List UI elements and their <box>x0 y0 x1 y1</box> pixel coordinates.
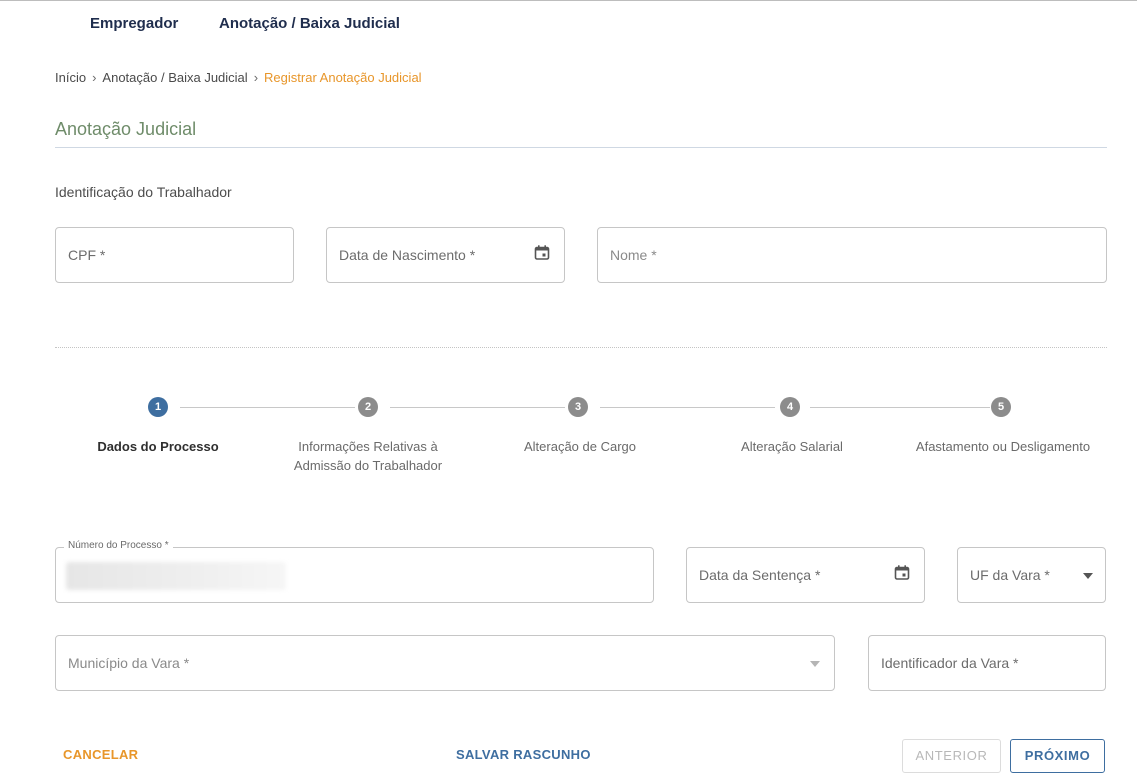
cpf-field[interactable]: CPF * <box>55 227 294 283</box>
step-connector <box>180 407 355 408</box>
section-divider <box>55 347 1107 348</box>
step-1-circle[interactable]: 1 <box>148 397 168 417</box>
step-2-circle[interactable]: 2 <box>358 397 378 417</box>
previous-button[interactable]: ANTERIOR <box>902 739 1001 773</box>
step-connector <box>390 407 565 408</box>
process-number-field[interactable]: Número do Processo * <box>55 540 654 603</box>
step-5-label[interactable]: Afastamento ou Desligamento <box>898 437 1108 456</box>
identificador-vara-field[interactable]: Identificador da Vara * <box>868 635 1106 691</box>
cancel-button[interactable]: CANCELAR <box>63 747 138 762</box>
step-3-label[interactable]: Alteração de Cargo <box>500 437 660 456</box>
step-connector <box>600 407 775 408</box>
section-title-worker: Identificação do Trabalhador <box>55 184 232 200</box>
municipio-placeholder: Município da Vara * <box>68 655 190 671</box>
page-title: Anotação Judicial <box>55 119 197 139</box>
identificador-vara-placeholder: Identificador da Vara * <box>881 655 1019 671</box>
breadcrumb-separator: › <box>92 70 97 85</box>
step-4-label[interactable]: Alteração Salarial <box>712 437 872 456</box>
process-number-label: Número do Processo * <box>64 540 173 551</box>
save-draft-button[interactable]: SALVAR RASCUNHO <box>456 747 591 762</box>
sentence-date-field[interactable]: Data da Sentença * <box>686 547 925 603</box>
uf-placeholder: UF da Vara * <box>970 567 1050 583</box>
name-placeholder: Nome * <box>610 247 657 263</box>
step-2-label[interactable]: Informações Relativas à Admissão do Trab… <box>280 437 456 475</box>
sentence-date-placeholder: Data da Sentença * <box>699 567 821 583</box>
birth-date-field[interactable]: Data de Nascimento * <box>326 227 565 283</box>
uf-select[interactable]: UF da Vara * <box>957 547 1106 603</box>
breadcrumb-separator: › <box>253 70 259 85</box>
top-border <box>0 0 1137 1</box>
municipio-select[interactable]: Município da Vara * <box>55 635 835 691</box>
title-divider <box>55 147 1107 148</box>
redacted-process-number <box>66 562 286 590</box>
nav-item-empregador[interactable]: Empregador <box>90 15 178 32</box>
caret-down-icon <box>1083 566 1093 584</box>
caret-down-icon <box>810 654 820 672</box>
next-button[interactable]: PRÓXIMO <box>1010 739 1105 773</box>
nav-item-anotacao-baixa-judicial[interactable]: Anotação / Baixa Judicial <box>219 15 400 32</box>
breadcrumb-current: Registrar Anotação Judicial <box>264 70 422 85</box>
name-field[interactable]: Nome * <box>597 227 1107 283</box>
step-5-circle[interactable]: 5 <box>991 397 1011 417</box>
breadcrumb: Início › Anotação / Baixa Judicial › Registr… <box>55 70 422 85</box>
step-connector <box>810 407 990 408</box>
step-3-circle[interactable]: 3 <box>568 397 588 417</box>
cpf-placeholder: CPF * <box>68 247 106 263</box>
step-1-label[interactable]: Dados do Processo <box>80 437 236 456</box>
calendar-icon[interactable] <box>534 245 550 266</box>
step-4-circle[interactable]: 4 <box>780 397 800 417</box>
birth-date-placeholder: Data de Nascimento * <box>339 247 476 263</box>
breadcrumb-inicio[interactable]: Início <box>55 70 86 85</box>
breadcrumb-anotacao-baixa-judicial[interactable]: Anotação / Baixa Judicial <box>102 70 247 85</box>
calendar-icon[interactable] <box>894 565 910 586</box>
